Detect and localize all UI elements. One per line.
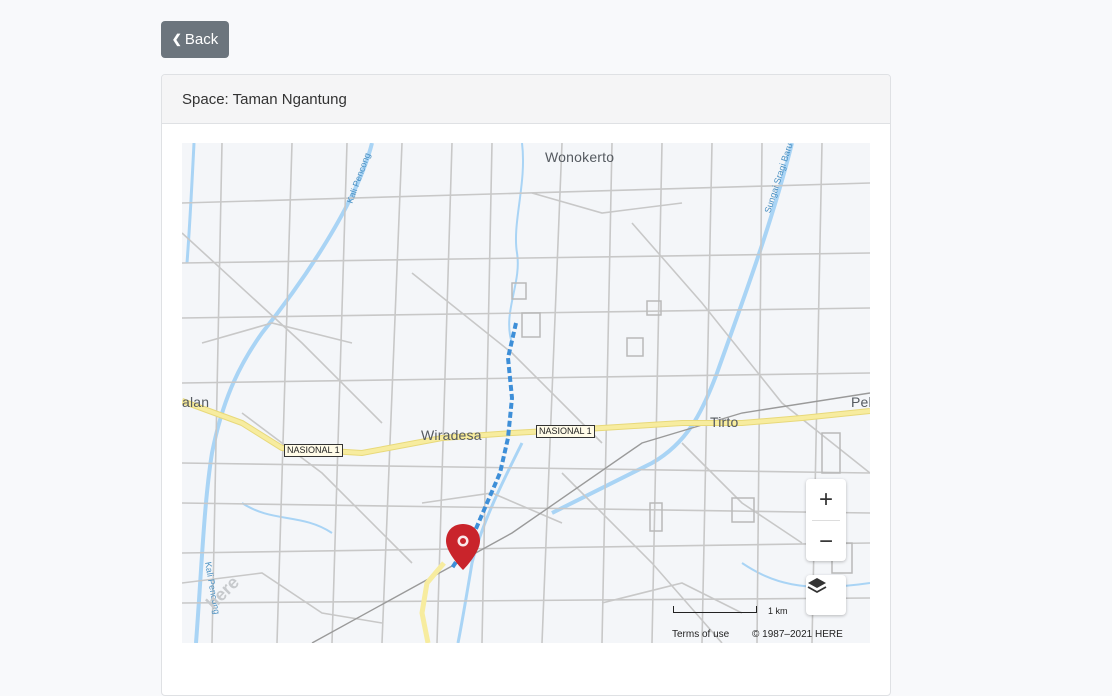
zoom-control: + − bbox=[806, 479, 846, 561]
zoom-out-button[interactable]: − bbox=[806, 521, 846, 562]
copyright-notice: © 1987–2021 HERE bbox=[752, 629, 843, 640]
layers-button[interactable] bbox=[806, 575, 846, 615]
space-card: Space: Taman Ngantung Wonokerto Wiradesa… bbox=[161, 74, 891, 696]
map-view[interactable]: Wonokerto Wiradesa Tirto alan Pel NASION… bbox=[182, 143, 870, 643]
place-label-pel: Pel bbox=[851, 394, 870, 410]
place-label-alan: alan bbox=[182, 394, 210, 410]
back-button-label: Back bbox=[184, 31, 219, 48]
roads bbox=[182, 143, 870, 643]
highway-south bbox=[419, 561, 446, 643]
map-canvas bbox=[182, 143, 870, 643]
road-shield: NASIONAL 1 bbox=[536, 425, 595, 438]
layers-icon bbox=[807, 578, 827, 594]
chevron-left-icon: ❮ bbox=[171, 31, 182, 46]
road-shield: NASIONAL 1 bbox=[284, 444, 343, 457]
space-title: Space: Taman Ngantung bbox=[182, 90, 347, 108]
scale-bar bbox=[673, 606, 757, 613]
place-label-tirto: Tirto bbox=[710, 414, 739, 430]
zoom-in-button[interactable]: + bbox=[806, 479, 846, 520]
card-header: Space: Taman Ngantung bbox=[162, 75, 890, 124]
back-button[interactable]: ❮ Back bbox=[161, 21, 229, 58]
place-label-wiradesa: Wiradesa bbox=[421, 427, 482, 443]
place-label-wonokerto: Wonokerto bbox=[545, 149, 615, 165]
terms-of-use-link[interactable]: Terms of use bbox=[672, 629, 729, 640]
scale-label: 1 km bbox=[768, 606, 788, 616]
